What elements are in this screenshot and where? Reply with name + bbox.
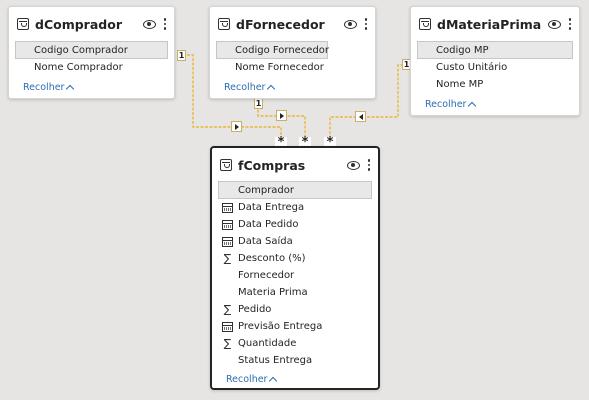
table-icon (17, 18, 29, 30)
table-card-dFornecedor[interactable]: dFornecedor Codigo Fornecedor Nome Forne… (209, 6, 376, 99)
field-item[interactable]: Codigo Comprador (15, 41, 168, 59)
chevron-up-icon (468, 101, 477, 111)
table-card-fCompras[interactable]: fCompras Comprador Data Entrega Data Pedid… (210, 146, 380, 390)
field-item[interactable]: Codigo MP (417, 41, 573, 59)
collapse-link[interactable]: Recolher (210, 82, 375, 94)
field-item[interactable]: ∑ Quantidade (218, 335, 372, 352)
collapse-label: Recolher (224, 82, 266, 93)
field-item[interactable]: Comprador (218, 181, 372, 199)
collapse-link[interactable]: Recolher (411, 99, 579, 111)
field-item[interactable]: Codigo Fornecedor (216, 41, 329, 59)
table-card-dComprador[interactable]: dComprador Codigo Comprador Nome Comprad… (8, 6, 175, 99)
field-item[interactable]: Nome Comprador (15, 59, 168, 76)
chevron-up-icon (267, 84, 276, 94)
collapse-label: Recolher (226, 374, 268, 385)
sigma-icon: ∑ (223, 337, 232, 350)
calendar-icon (221, 201, 234, 214)
table-icon (220, 159, 232, 171)
field-label: Desconto (%) (238, 253, 306, 264)
table-card-header[interactable]: dMateriaPrima (411, 13, 579, 35)
sigma-icon: ∑ (223, 252, 232, 265)
field-item[interactable]: Data Entrega (218, 199, 372, 216)
table-title: dFornecedor (236, 16, 325, 32)
table-card-header[interactable]: dComprador (9, 13, 174, 35)
chevron-up-icon (66, 84, 75, 94)
field-label: Previsão Entrega (238, 321, 323, 332)
calendar-icon (221, 218, 234, 231)
field-label: Comprador (238, 184, 295, 196)
calendar-icon (221, 235, 234, 248)
field-item[interactable]: Nome MP (417, 76, 573, 93)
field-label: Pedido (238, 304, 272, 315)
filter-direction-arrow[interactable] (276, 110, 287, 121)
field-item[interactable]: Status Entrega (218, 352, 372, 369)
filter-direction-arrow[interactable] (355, 111, 366, 122)
field-label: Quantidade (238, 338, 297, 349)
chevron-up-icon (269, 376, 278, 386)
field-item[interactable]: Nome Fornecedor (216, 59, 369, 76)
field-label: Status Entrega (238, 355, 313, 366)
field-icon-placeholder (221, 286, 234, 299)
visibility-eye-icon[interactable] (346, 160, 360, 170)
field-item[interactable]: Data Saída (218, 233, 372, 250)
visibility-eye-icon[interactable] (142, 19, 156, 29)
field-label: Materia Prima (238, 287, 308, 298)
table-icon (419, 18, 431, 30)
collapse-link[interactable]: Recolher (212, 374, 378, 386)
more-options-icon[interactable] (366, 159, 373, 171)
field-item[interactable]: Custo Unitário (417, 59, 573, 76)
field-label: Fornecedor (238, 270, 295, 281)
field-label: Data Entrega (238, 202, 305, 213)
field-item[interactable]: Data Pedido (218, 216, 372, 233)
calendar-icon (221, 320, 234, 333)
field-icon-placeholder (221, 354, 234, 367)
collapse-label: Recolher (425, 99, 467, 110)
field-item[interactable]: Fornecedor (218, 267, 372, 284)
field-icon-placeholder (221, 269, 234, 282)
field-item[interactable]: ∑ Desconto (%) (218, 250, 372, 267)
more-options-icon[interactable] (567, 18, 574, 30)
table-card-dMateriaPrima[interactable]: dMateriaPrima Codigo MP Custo Unitário N… (410, 6, 580, 116)
table-card-header[interactable]: dFornecedor (210, 13, 375, 35)
field-label: Data Saída (238, 236, 293, 247)
visibility-eye-icon[interactable] (547, 19, 561, 29)
sigma-icon: ∑ (223, 303, 232, 316)
table-title: dComprador (35, 16, 122, 32)
field-item[interactable]: ∑ Pedido (218, 301, 372, 318)
more-options-icon[interactable] (162, 18, 169, 30)
more-options-icon[interactable] (363, 18, 370, 30)
field-item[interactable]: Previsão Entrega (218, 318, 372, 335)
table-icon (218, 18, 230, 30)
relationship-one-marker: 1 (254, 98, 263, 109)
relationship-one-marker: 1 (177, 50, 186, 61)
field-icon-placeholder (221, 184, 234, 197)
field-item[interactable]: Materia Prima (218, 284, 372, 301)
collapse-link[interactable]: Recolher (9, 82, 174, 94)
table-title: fCompras (238, 157, 306, 173)
table-card-header[interactable]: fCompras (212, 154, 378, 176)
visibility-eye-icon[interactable] (343, 19, 357, 29)
table-title: dMateriaPrima (437, 16, 542, 32)
field-label: Data Pedido (238, 219, 299, 230)
filter-direction-arrow[interactable] (231, 121, 242, 132)
collapse-label: Recolher (23, 82, 65, 93)
